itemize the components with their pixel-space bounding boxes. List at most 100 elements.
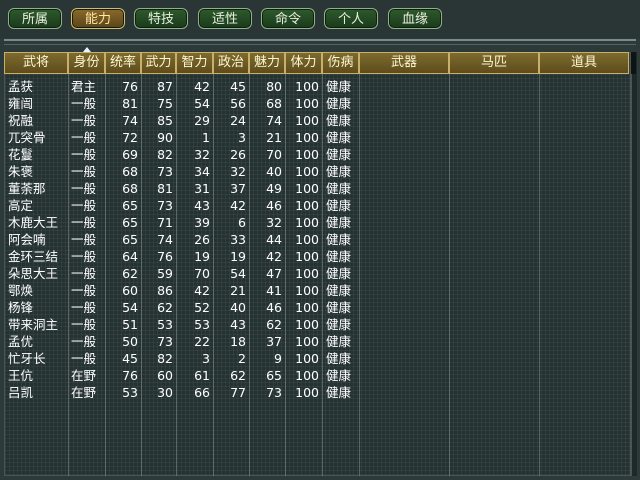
cell-injury: 健康 <box>326 147 352 162</box>
tab-skills[interactable]: 特技 <box>134 8 188 29</box>
cell-leadership: 64 <box>122 249 138 264</box>
col-header-injury[interactable]: 伤病 <box>322 52 359 74</box>
divider <box>4 44 636 45</box>
col-header-weapon[interactable]: 武器 <box>359 52 449 74</box>
col-header-name[interactable]: 武将 <box>4 52 68 74</box>
cell-name: 杨锋 <box>8 300 34 315</box>
cell-charisma: 73 <box>266 385 282 400</box>
cell-politics: 21 <box>230 283 246 298</box>
cell-stamina: 100 <box>295 385 319 400</box>
table-row[interactable]: 阿会喃 一般 65 74 26 33 44 100 健康 <box>4 231 631 248</box>
cell-name: 祝融 <box>8 113 34 128</box>
table-row[interactable]: 鄂焕 一般 60 86 42 21 41 100 健康 <box>4 282 631 299</box>
col-header-intelligence[interactable]: 智力 <box>176 52 213 74</box>
cell-leadership: 68 <box>122 164 138 179</box>
table-row[interactable]: 朵思大王 一般 62 59 70 54 47 100 健康 <box>4 265 631 282</box>
cell-politics: 2 <box>238 351 246 366</box>
cell-charisma: 46 <box>266 198 282 213</box>
table-row[interactable]: 祝融 一般 74 85 29 24 74 100 健康 <box>4 112 631 129</box>
cell-name: 雍闿 <box>8 96 34 111</box>
col-header-charisma[interactable]: 魅力 <box>249 52 285 74</box>
col-header-war[interactable]: 武力 <box>141 52 176 74</box>
cell-politics: 3 <box>238 130 246 145</box>
cell-stamina: 100 <box>295 351 319 366</box>
cell-name: 朱褒 <box>8 164 34 179</box>
cell-name: 孟优 <box>8 334 34 349</box>
cell-status: 在野 <box>71 385 97 400</box>
scrollbar[interactable] <box>631 52 637 476</box>
tab-ability[interactable]: 能力 <box>71 8 125 29</box>
table-row[interactable]: 孟优 一般 50 73 22 18 37 100 健康 <box>4 333 631 350</box>
col-header-politics[interactable]: 政治 <box>213 52 249 74</box>
scrollbar-thumb[interactable] <box>631 52 636 74</box>
col-header-stamina[interactable]: 体力 <box>285 52 322 74</box>
cell-name: 孟获 <box>8 79 34 94</box>
tab-orders[interactable]: 命令 <box>261 8 315 29</box>
cell-status: 一般 <box>71 215 97 230</box>
cell-leadership: 65 <box>122 198 138 213</box>
cell-charisma: 70 <box>266 147 282 162</box>
cell-status: 一般 <box>71 96 97 111</box>
col-header-status[interactable]: 身份 <box>68 47 105 74</box>
cell-leadership: 72 <box>122 130 138 145</box>
cell-politics: 45 <box>230 79 246 94</box>
cell-charisma: 42 <box>266 249 282 264</box>
cell-war: 76 <box>157 249 173 264</box>
cell-politics: 18 <box>230 334 246 349</box>
cell-leadership: 74 <box>122 113 138 128</box>
cell-leadership: 65 <box>122 232 138 247</box>
table-row[interactable]: 兀突骨 一般 72 90 1 3 21 100 健康 <box>4 129 631 146</box>
col-header-leadership[interactable]: 统率 <box>105 52 141 74</box>
cell-politics: 40 <box>230 300 246 315</box>
table-row[interactable]: 雍闿 一般 81 75 54 56 68 100 健康 <box>4 95 631 112</box>
tab-personal[interactable]: 个人 <box>324 8 378 29</box>
cell-stamina: 100 <box>295 147 319 162</box>
cell-intelligence: 39 <box>194 215 210 230</box>
table-row[interactable]: 董荼那 一般 68 81 31 37 49 100 健康 <box>4 180 631 197</box>
cell-charisma: 37 <box>266 334 282 349</box>
cell-politics: 56 <box>230 96 246 111</box>
cell-stamina: 100 <box>295 79 319 94</box>
table-row[interactable]: 忙牙长 一般 45 82 3 2 9 100 健康 <box>4 350 631 367</box>
cell-injury: 健康 <box>326 385 352 400</box>
table-header: 武将 身份 统率 武力 智力 政治 魅力 体力 伤病 武器 马匹 道具 <box>4 47 631 74</box>
tab-bloodline[interactable]: 血缘 <box>388 8 442 29</box>
table-row[interactable]: 杨锋 一般 54 62 52 40 46 100 健康 <box>4 299 631 316</box>
cell-name: 阿会喃 <box>8 232 46 247</box>
table-row[interactable]: 吕凯 在野 53 30 66 77 73 100 健康 <box>4 384 631 401</box>
table-row[interactable]: 带来洞主 一般 51 53 53 43 62 100 健康 <box>4 316 631 333</box>
table-row[interactable]: 朱褒 一般 68 73 34 32 40 100 健康 <box>4 163 631 180</box>
table-row[interactable]: 木鹿大王 一般 65 71 39 6 32 100 健康 <box>4 214 631 231</box>
cell-politics: 43 <box>230 317 246 332</box>
table-row[interactable]: 金环三结 一般 64 76 19 19 42 100 健康 <box>4 248 631 265</box>
cell-injury: 健康 <box>326 232 352 247</box>
cell-injury: 健康 <box>326 79 352 94</box>
cell-leadership: 69 <box>122 147 138 162</box>
cell-stamina: 100 <box>295 368 319 383</box>
cell-injury: 健康 <box>326 266 352 281</box>
cell-politics: 42 <box>230 198 246 213</box>
cell-war: 75 <box>157 96 173 111</box>
cell-intelligence: 66 <box>194 385 210 400</box>
cell-stamina: 100 <box>295 266 319 281</box>
table-row[interactable]: 王伉 在野 76 60 61 62 65 100 健康 <box>4 367 631 384</box>
cell-status: 一般 <box>71 232 97 247</box>
cell-intelligence: 52 <box>194 300 210 315</box>
cell-injury: 健康 <box>326 351 352 366</box>
table-row[interactable]: 孟获 君主 76 87 42 45 80 100 健康 <box>4 78 631 95</box>
col-header-horse[interactable]: 马匹 <box>449 52 539 74</box>
cell-charisma: 9 <box>274 351 282 366</box>
cell-charisma: 62 <box>266 317 282 332</box>
cell-war: 82 <box>157 147 173 162</box>
tab-affiliation[interactable]: 所属 <box>8 8 62 29</box>
table-row[interactable]: 高定 一般 65 73 43 42 46 100 健康 <box>4 197 631 214</box>
cell-injury: 健康 <box>326 249 352 264</box>
cell-war: 74 <box>157 232 173 247</box>
cell-leadership: 53 <box>122 385 138 400</box>
cell-charisma: 41 <box>266 283 282 298</box>
col-header-item[interactable]: 道具 <box>539 52 629 74</box>
cell-stamina: 100 <box>295 215 319 230</box>
cell-name: 金环三结 <box>8 249 59 264</box>
tab-aptitude[interactable]: 适性 <box>198 8 252 29</box>
table-row[interactable]: 花鬘 一般 69 82 32 26 70 100 健康 <box>4 146 631 163</box>
